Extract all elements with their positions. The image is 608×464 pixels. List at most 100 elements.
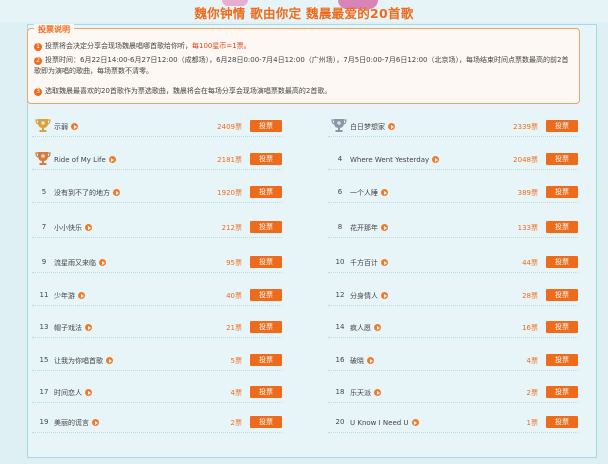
vote-count: 133票 xyxy=(517,224,538,232)
vote-count: 212票 xyxy=(221,224,242,232)
song-rank: 5 xyxy=(41,188,47,196)
vote-button[interactable]: 投票 xyxy=(546,354,578,366)
vote-button[interactable]: 投票 xyxy=(546,386,578,398)
song-rank: 18 xyxy=(335,388,345,396)
song-name: 没有到不了的地方 xyxy=(54,188,120,198)
play-icon[interactable] xyxy=(108,156,116,163)
song-row: 12 分身情人 28票 投票 xyxy=(328,287,578,303)
row-divider xyxy=(32,272,282,273)
song-name: 乐天派 xyxy=(350,388,381,398)
row-divider xyxy=(32,136,282,137)
play-icon[interactable] xyxy=(432,156,440,163)
play-icon[interactable] xyxy=(388,123,395,130)
rule-text: 投票将会决定分享会现场魏晨唱哪首歌给你听， xyxy=(45,42,192,50)
song-row: 4 Where Went Yesterday 2048票 投票 xyxy=(328,151,578,167)
song-title: 乐天派 xyxy=(350,389,371,397)
song-rank: 7 xyxy=(41,223,47,231)
play-icon[interactable] xyxy=(85,389,92,396)
song-name: 时间恋人 xyxy=(54,388,92,398)
vote-button[interactable]: 投票 xyxy=(250,153,282,165)
vote-count: 95票 xyxy=(226,259,242,267)
play-icon[interactable] xyxy=(113,189,120,196)
row-divider xyxy=(32,432,282,433)
song-name: 少年游 xyxy=(54,291,85,301)
vote-button[interactable]: 投票 xyxy=(250,354,282,366)
vote-count: 40票 xyxy=(226,292,242,300)
song-title: 花开那年 xyxy=(350,224,378,232)
song-name: 小小快乐 xyxy=(54,223,92,233)
play-icon[interactable] xyxy=(85,324,92,331)
vote-count: 1920票 xyxy=(217,189,242,197)
rule-text: 投票时间：6月22日14:00-6月27日12:00（成都场），6月28日0:0… xyxy=(34,56,569,75)
row-divider xyxy=(32,202,282,203)
trophy-icon xyxy=(35,118,51,133)
song-name: Ride of My Life xyxy=(54,155,116,164)
song-title: 分身情人 xyxy=(350,292,378,300)
rule-number-badge: 1 xyxy=(34,43,42,51)
song-name: 让我为你唱首歌 xyxy=(54,356,113,366)
vote-button[interactable]: 投票 xyxy=(546,416,578,428)
play-icon[interactable] xyxy=(374,389,381,396)
song-row: 17 时间恋人 4票 投票 xyxy=(32,384,282,400)
rule-item-1: 1 投票将会决定分享会现场魏晨唱哪首歌给你听，每100星币=1票。 xyxy=(34,41,571,52)
play-icon[interactable] xyxy=(85,224,92,231)
voting-rules-box: 投票说明 1 投票将会决定分享会现场魏晨唱哪首歌给你听，每100星币=1票。 2投… xyxy=(27,24,580,104)
song-row: 11 少年游 40票 投票 xyxy=(32,287,282,303)
play-icon[interactable] xyxy=(71,123,78,130)
play-icon[interactable] xyxy=(381,292,388,299)
vote-button[interactable]: 投票 xyxy=(250,289,282,301)
song-title: 小小快乐 xyxy=(54,224,82,232)
vote-button[interactable]: 投票 xyxy=(250,186,282,198)
song-rank: 17 xyxy=(39,388,49,396)
row-divider xyxy=(328,237,578,238)
vote-button[interactable]: 投票 xyxy=(250,386,282,398)
play-icon[interactable] xyxy=(381,224,388,231)
song-row: Ride of My Life 2181票 投票 xyxy=(32,151,282,167)
vote-button[interactable]: 投票 xyxy=(546,120,578,132)
vote-count: 2048票 xyxy=(513,156,538,164)
song-rank: 20 xyxy=(335,418,345,426)
play-icon[interactable] xyxy=(411,419,419,426)
play-icon[interactable] xyxy=(78,292,85,299)
vote-count: 4票 xyxy=(230,389,242,397)
vote-button[interactable]: 投票 xyxy=(250,256,282,268)
vote-button[interactable]: 投票 xyxy=(546,153,578,165)
song-name: Where Went Yesterday xyxy=(350,155,440,164)
play-icon[interactable] xyxy=(99,259,106,266)
song-rank: 8 xyxy=(337,223,343,231)
vote-button[interactable]: 投票 xyxy=(250,416,282,428)
song-row: 13 帽子戏法 21票 投票 xyxy=(32,319,282,335)
vote-button[interactable]: 投票 xyxy=(546,221,578,233)
song-row: 18 乐天派 2票 投票 xyxy=(328,384,578,400)
song-title: 流星雨又来临 xyxy=(54,259,96,267)
vote-count: 5票 xyxy=(230,357,242,365)
play-icon[interactable] xyxy=(367,357,374,364)
vote-button[interactable]: 投票 xyxy=(250,321,282,333)
row-divider xyxy=(328,202,578,203)
vote-button[interactable]: 投票 xyxy=(250,120,282,132)
song-title: Ride of My Life xyxy=(54,156,106,164)
play-icon[interactable] xyxy=(381,189,388,196)
song-row: 5 没有到不了的地方 1920票 投票 xyxy=(32,184,282,200)
play-icon[interactable] xyxy=(92,419,99,426)
song-title: 帽子戏法 xyxy=(54,324,82,332)
vote-button[interactable]: 投票 xyxy=(546,186,578,198)
song-rank: 19 xyxy=(39,418,49,426)
song-rank: 6 xyxy=(337,188,343,196)
trophy-icon xyxy=(35,151,51,166)
song-row: 7 小小快乐 212票 投票 xyxy=(32,219,282,235)
vote-count: 2409票 xyxy=(217,123,242,131)
play-icon[interactable] xyxy=(106,357,113,364)
song-title: 白日梦想家 xyxy=(350,123,385,131)
song-row: 19 美丽的谎言 2票 投票 xyxy=(32,414,282,430)
song-rank: 14 xyxy=(335,323,345,331)
vote-button[interactable]: 投票 xyxy=(250,221,282,233)
song-row: 6 一个人睡 389票 投票 xyxy=(328,184,578,200)
vote-button[interactable]: 投票 xyxy=(546,321,578,333)
play-icon[interactable] xyxy=(374,324,381,331)
vote-button[interactable]: 投票 xyxy=(546,289,578,301)
vote-button[interactable]: 投票 xyxy=(546,256,578,268)
play-icon[interactable] xyxy=(381,259,388,266)
song-title: 疯人愿 xyxy=(350,324,371,332)
song-title: Where Went Yesterday xyxy=(350,156,430,164)
